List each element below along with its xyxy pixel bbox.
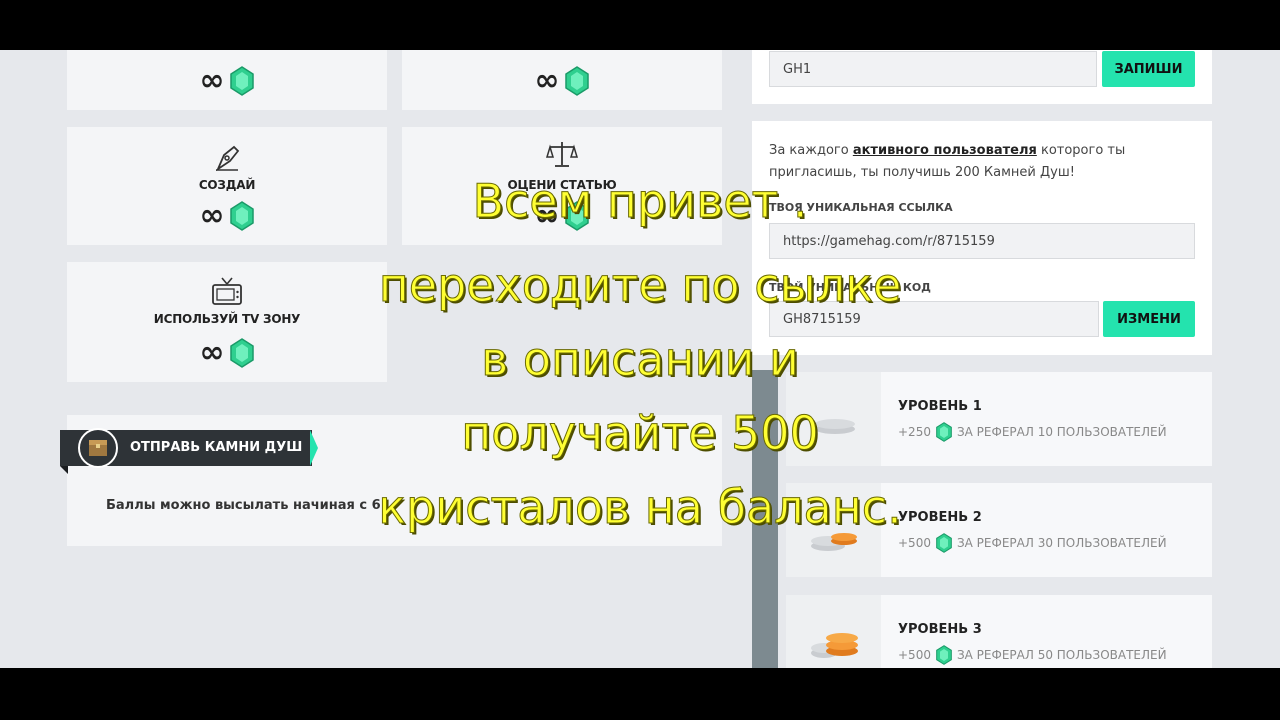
code-input[interactable]: GH1 [769, 51, 1097, 87]
level-card-3: УРОВЕНЬ 3 +500 ЗА РЕФЕРАЛ 50 ПОЛЬЗОВАТЕЛ… [786, 595, 1212, 668]
code-panel: GH1 ЗАПИШИ [752, 50, 1212, 104]
coin-stack-icon [811, 633, 858, 658]
gem-icon [229, 66, 254, 96]
caption-line-4: получайте 500 [461, 406, 820, 460]
task-reward: ∞ [67, 66, 387, 96]
infinity-label: ∞ [199, 63, 225, 98]
gem-icon [936, 533, 952, 553]
active-user-link[interactable]: активного пользователя [853, 143, 1037, 158]
banner-fold [60, 466, 68, 474]
task-title: ИСПОЛЬЗУЙ TV ЗОНУ [153, 312, 301, 326]
caption-line-2: переходите по сылке [378, 258, 902, 312]
task-card-1[interactable]: ∞ [67, 50, 387, 110]
caption-line-1: Всем привет . [472, 174, 808, 228]
unique-link-field[interactable]: https://gamehag.com/r/8715159 [769, 223, 1195, 259]
task-card-2[interactable]: ∞ [402, 50, 722, 110]
level-bonus: +500 [898, 536, 931, 550]
task-reward: ∞ [402, 66, 722, 96]
level-bonus: +500 [898, 648, 931, 662]
caption-line-5: кристалов на баланс. [378, 480, 902, 534]
gem-icon [936, 645, 952, 665]
scales-icon [545, 142, 579, 167]
level-desc: ЗА РЕФЕРАЛ 30 ПОЛЬЗОВАТЕЛЕЙ [956, 536, 1167, 550]
pen-nib-icon [216, 145, 240, 171]
level-reward: +500 ЗА РЕФЕРАЛ 30 ПОЛЬЗОВАТЕЛЕЙ [898, 533, 1167, 553]
coins-image [786, 595, 881, 668]
page-stage: ∞ ∞ СОЗДАЙ ∞ ОЦЕНИ СТАТЬЮ ∞ ИСПОЛЬЗУЙ TV… [0, 50, 1280, 668]
level-desc: ЗА РЕФЕРАЛ 50 ПОЛЬЗОВАТЕЛЕЙ [956, 648, 1167, 662]
level-title: УРОВЕНЬ 3 [898, 622, 982, 637]
infinity-label: ∞ [534, 63, 560, 98]
level-reward: +500 ЗА РЕФЕРАЛ 50 ПОЛЬЗОВАТЕЛЕЙ [898, 645, 1167, 665]
save-code-button[interactable]: ЗАПИШИ [1102, 51, 1195, 87]
referral-panel: За каждого активного пользователя которо… [752, 121, 1212, 355]
referral-text-before: За каждого [769, 143, 853, 158]
caption-line-3: в описании и [481, 332, 800, 386]
gem-icon [564, 66, 589, 96]
